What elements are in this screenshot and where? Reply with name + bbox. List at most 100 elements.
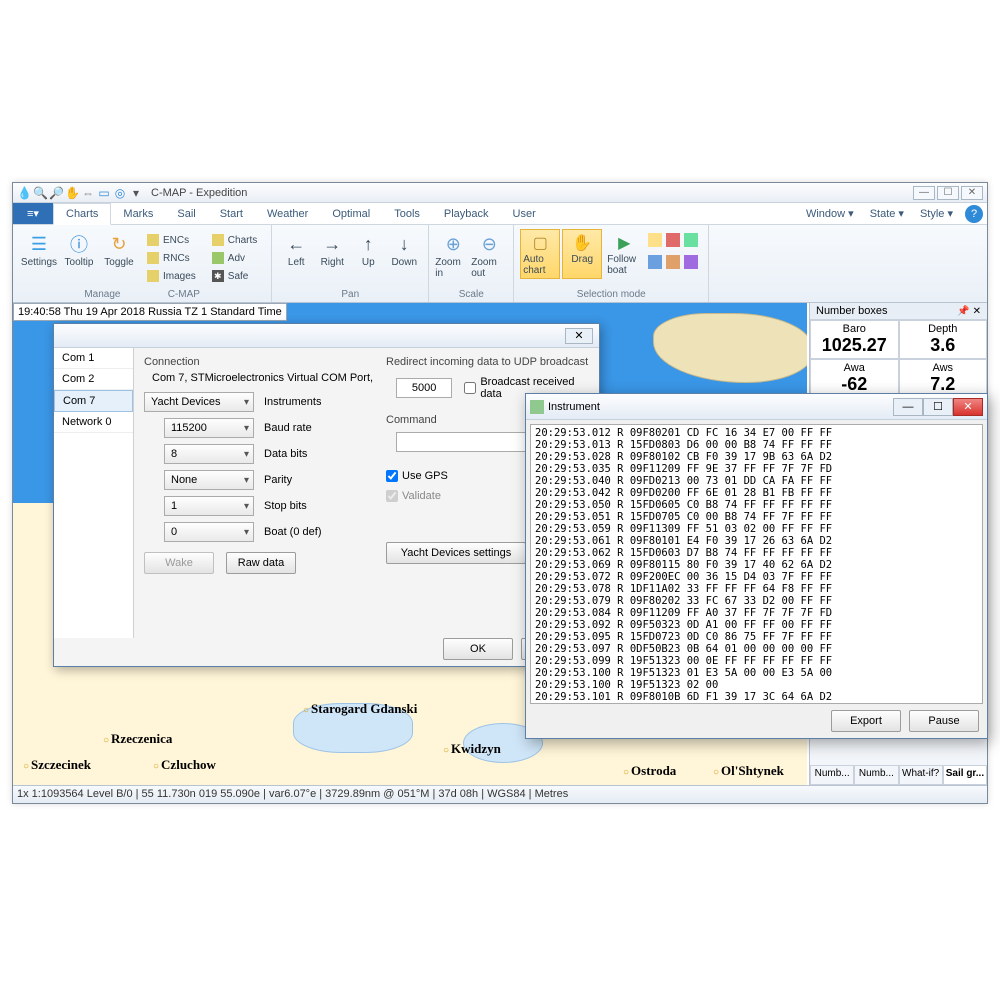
encs-button[interactable]: ENCs [143, 231, 200, 249]
images-button[interactable]: Images [143, 267, 200, 285]
pan-right-button[interactable]: →Right [314, 227, 350, 268]
sidebar-item[interactable]: Com 1 [54, 348, 133, 369]
style-menu[interactable]: Style ▾ [912, 203, 961, 224]
pan-up-button[interactable]: ↑Up [350, 227, 386, 268]
wake-button[interactable]: Wake [144, 552, 214, 574]
instruments-combo[interactable]: Yacht Devices [144, 392, 254, 412]
field-label: Parity [264, 474, 292, 486]
folder-icon [147, 252, 159, 264]
hand-icon[interactable]: ✋ [65, 186, 79, 200]
palette-icon[interactable] [648, 255, 662, 269]
palette-icon[interactable] [684, 233, 698, 247]
tab-weather[interactable]: Weather [255, 203, 320, 224]
tab-sail[interactable]: Sail [165, 203, 207, 224]
state-menu[interactable]: State ▾ [862, 203, 912, 224]
pan-left-button[interactable]: ←Left [278, 227, 314, 268]
palette-icon[interactable] [666, 233, 680, 247]
list-icon: ☰ [26, 231, 52, 257]
panel-title: Number boxes [816, 305, 888, 317]
drag-button[interactable]: ✋Drag [562, 229, 602, 279]
window-menu[interactable]: Window ▾ [798, 203, 862, 224]
panel-tab[interactable]: Numb... [854, 765, 898, 785]
info-icon: ⓘ [66, 231, 92, 257]
databits-combo[interactable]: 8 [164, 444, 254, 464]
adv-button[interactable]: Adv [208, 249, 261, 267]
tab-start[interactable]: Start [208, 203, 255, 224]
dropdown-icon[interactable]: ▾ [129, 186, 143, 200]
ribbon-tabstrip: ≡▾ Charts Marks Sail Start Weather Optim… [13, 203, 987, 225]
toggle-icon: ↻ [106, 231, 132, 257]
rncs-button[interactable]: RNCs [143, 249, 200, 267]
pause-button[interactable]: Pause [909, 710, 979, 732]
drop-icon[interactable]: 💧 [17, 186, 31, 200]
tab-marks[interactable]: Marks [111, 203, 165, 224]
city-label: Czluchow [153, 757, 216, 773]
panel-tab[interactable]: Numb... [810, 765, 854, 785]
tab-user[interactable]: User [501, 203, 548, 224]
autochart-button[interactable]: ▢Auto chart [520, 229, 560, 279]
pan-down-button[interactable]: ↓Down [386, 227, 422, 268]
field-label: Boat (0 def) [264, 526, 321, 538]
nbox-label: Depth [904, 323, 983, 335]
file-tab[interactable]: ≡▾ [13, 203, 53, 224]
baud-combo[interactable]: 115200 [164, 418, 254, 438]
app-title: C-MAP - Expedition [151, 187, 247, 199]
zoom-in-icon[interactable]: 🔍 [33, 186, 47, 200]
tab-charts[interactable]: Charts [53, 203, 111, 225]
palette-icon[interactable] [666, 255, 680, 269]
zoom-in-button[interactable]: ⊕Zoom in [435, 227, 471, 279]
safe-icon: ✱ [212, 270, 224, 282]
nbox-label: Awa [815, 362, 894, 374]
minimize-button[interactable]: — [893, 398, 923, 416]
dialog-titlebar[interactable]: ✕ [54, 324, 599, 348]
yachtdevices-button[interactable]: Yacht Devices settings [386, 542, 526, 564]
dialog-title: Instrument [548, 401, 600, 413]
sidebar-item[interactable]: Network 0 [54, 412, 133, 433]
close-icon[interactable]: ✕ [565, 328, 593, 344]
close-button[interactable]: ✕ [961, 186, 983, 200]
toggle-button[interactable]: ↻Toggle [99, 227, 139, 289]
palette-icon[interactable] [684, 255, 698, 269]
sidebar-item[interactable]: Com 7 [54, 390, 133, 412]
maximize-button[interactable]: ☐ [937, 186, 959, 200]
tab-optimal[interactable]: Optimal [320, 203, 382, 224]
followboat-button[interactable]: ▶Follow boat [604, 229, 644, 279]
tab-tools[interactable]: Tools [382, 203, 432, 224]
charts-button[interactable]: Charts [208, 231, 261, 249]
raw-data-area[interactable]: 20:29:53.012 R 09F80201 CD FC 16 34 E7 0… [530, 424, 983, 704]
udp-port-input[interactable]: 5000 [396, 378, 452, 398]
dialog-titlebar[interactable]: Instrument — ☐ ✕ [526, 394, 987, 420]
palette-icon[interactable] [648, 233, 662, 247]
close-button[interactable]: ✕ [953, 398, 983, 416]
boat-combo[interactable]: 0 [164, 522, 254, 542]
nbox-value: 3.6 [904, 335, 983, 356]
arrow-left-icon: ← [287, 231, 305, 257]
window-icon[interactable]: ▭ [97, 186, 111, 200]
link-icon[interactable]: ⇔ [81, 186, 95, 200]
layers-icon: ▢ [529, 232, 551, 254]
parity-combo[interactable]: None [164, 470, 254, 490]
safe-button[interactable]: ✱Safe [208, 267, 261, 285]
target-icon[interactable]: ◎ [113, 186, 127, 200]
group-selection-label: Selection mode [520, 289, 702, 302]
tab-playback[interactable]: Playback [432, 203, 501, 224]
rawdata-button[interactable]: Raw data [226, 552, 296, 574]
export-button[interactable]: Export [831, 710, 901, 732]
zoom-out-button[interactable]: ⊖Zoom out [471, 227, 507, 279]
tooltip-button[interactable]: ⓘTooltip [59, 227, 99, 289]
panel-tab[interactable]: What-if? [899, 765, 943, 785]
sidebar-item[interactable]: Com 2 [54, 369, 133, 390]
minimize-button[interactable]: — [913, 186, 935, 200]
time-bar: 19:40:58 Thu 19 Apr 2018 Russia TZ 1 Sta… [13, 303, 287, 321]
pin-icon[interactable]: 📌 ✕ [957, 306, 981, 317]
maximize-button[interactable]: ☐ [923, 398, 953, 416]
zoom-out-icon[interactable]: 🔎 [49, 186, 63, 200]
ok-button[interactable]: OK [443, 638, 513, 660]
arrow-right-icon: → [323, 231, 341, 257]
folder-icon [212, 234, 224, 246]
stopbits-combo[interactable]: 1 [164, 496, 254, 516]
help-icon[interactable]: ? [965, 205, 983, 223]
field-label: Data bits [264, 448, 307, 460]
panel-tab[interactable]: Sail gr... [943, 765, 987, 785]
settings-button[interactable]: ☰Settings [19, 227, 59, 289]
